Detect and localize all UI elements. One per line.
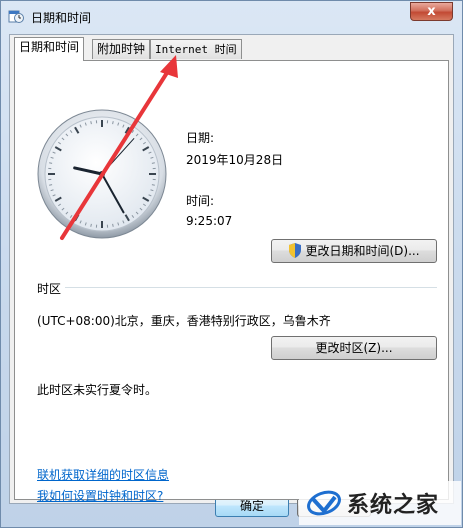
timezone-divider xyxy=(65,287,437,288)
time-label: 时间: xyxy=(186,194,215,208)
dst-note: 此时区未实行夏令时。 xyxy=(37,383,158,397)
tab-panel: 日期: 2019年10月28日 时间: 9:25:07 更改日期和时间(D)..… xyxy=(14,60,449,503)
clock-minute-tick xyxy=(112,223,114,227)
clock-minute-tick xyxy=(90,223,92,227)
clock-minute-tick xyxy=(151,184,155,186)
close-button[interactable]: x xyxy=(410,2,453,21)
date-value: 2019年10月28日 xyxy=(186,153,284,167)
tab-internet-time[interactable]: Internet 时间 xyxy=(150,39,242,59)
watermark-logo-icon xyxy=(307,490,341,516)
date-time-app-icon xyxy=(8,10,24,23)
analog-clock xyxy=(37,109,167,239)
clock-minute-tick xyxy=(90,121,92,125)
timezone-value: (UTC+08:00)北京，重庆，香港特别行政区，乌鲁木齐 xyxy=(37,314,331,328)
date-time-dialog: 日期和时间 x 日期和时间 附加时钟 Internet 时间 日期: 2019年… xyxy=(0,0,463,528)
clock-minute-tick xyxy=(49,162,53,164)
watermark-text: 系统之家 xyxy=(347,493,440,518)
title-bar[interactable]: 日期和时间 x xyxy=(1,1,462,31)
window-title: 日期和时间 xyxy=(31,11,92,25)
clock-minute-tick xyxy=(49,184,53,186)
change-timezone-button[interactable]: 更改时区(Z)... xyxy=(271,336,437,360)
uac-shield-icon xyxy=(289,243,302,258)
tab-additional-clocks[interactable]: 附加时钟 xyxy=(92,39,151,59)
change-date-time-button[interactable]: 更改日期和时间(D)... xyxy=(271,239,437,263)
online-timezone-info-link[interactable]: 联机获取详细的时区信息 xyxy=(37,466,169,483)
clock-minute-tick xyxy=(112,121,114,125)
tab-date-time[interactable]: 日期和时间 xyxy=(14,37,85,61)
how-to-set-clock-link[interactable]: 我如何设置时钟和时区? xyxy=(37,487,163,504)
site-watermark: 系统之家 xyxy=(299,481,461,525)
clock-minute-tick xyxy=(151,162,155,164)
timezone-group-label: 时区 xyxy=(37,282,62,296)
date-label: 日期: xyxy=(186,131,215,145)
change-date-time-label: 更改日期和时间(D)... xyxy=(305,244,420,258)
time-value: 9:25:07 xyxy=(186,214,233,228)
dialog-content: 日期和时间 附加时钟 Internet 时间 日期: 2019年10月28日 时… xyxy=(9,34,454,504)
